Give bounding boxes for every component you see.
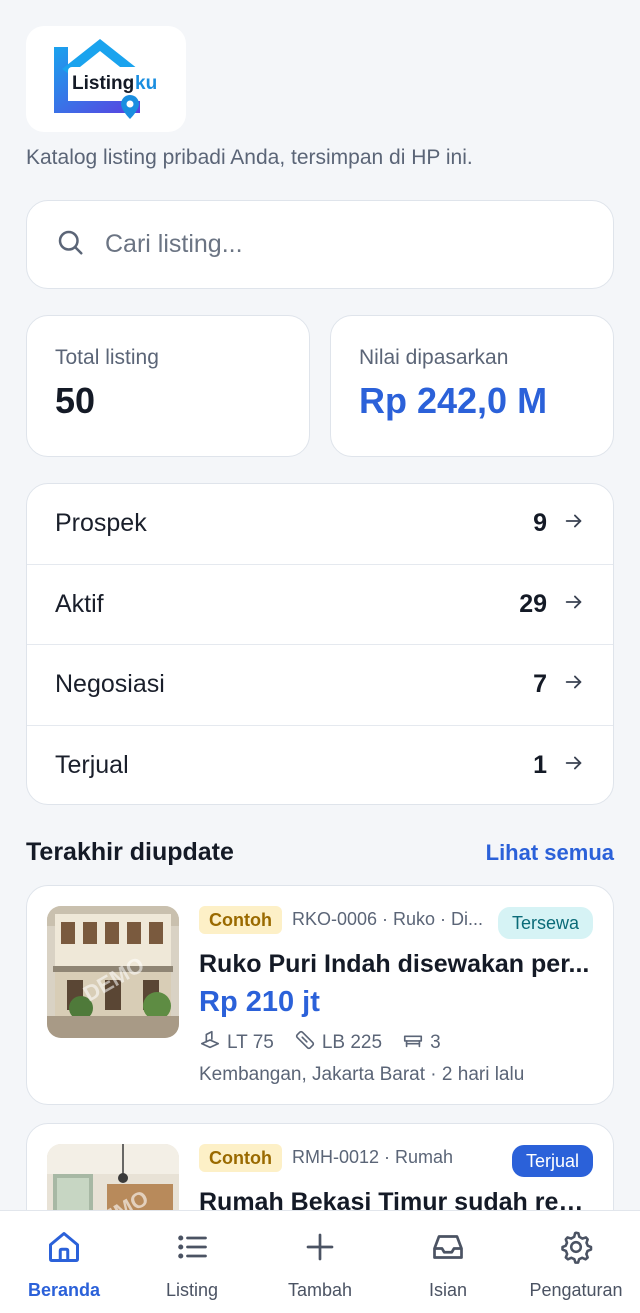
nav-pengaturan[interactable]: Pengaturan bbox=[512, 1211, 640, 1301]
listing-location: Kembangan, Jakarta Barat · 2 hari lalu bbox=[199, 1064, 525, 1085]
stairs-icon bbox=[402, 1029, 424, 1057]
listing-card[interactable]: DEMO Contoh RKO-0006 · Ruko · Di... Ters… bbox=[26, 885, 614, 1105]
recent-section-title: Terakhir diupdate bbox=[26, 838, 234, 866]
plus-icon bbox=[302, 1229, 338, 1270]
listing-meta: RKO-0006 · Ruko · Di... bbox=[292, 909, 484, 929]
demo-badge: Contoh bbox=[199, 906, 282, 934]
arrow-right-icon bbox=[563, 591, 585, 618]
land-area-text: LT 75 bbox=[227, 1032, 274, 1053]
pipeline-count: 1 bbox=[533, 751, 547, 780]
app-tagline: Katalog listing pribadi Anda, tersimpan … bbox=[26, 146, 473, 169]
pipeline-row-terjual[interactable]: Terjual 1 bbox=[27, 726, 613, 805]
bottom-nav: Beranda Listing Tambah Isian Pengaturan bbox=[0, 1210, 640, 1313]
home-icon bbox=[46, 1229, 82, 1270]
search-icon bbox=[55, 227, 85, 262]
pipeline-label: Terjual bbox=[55, 751, 129, 780]
arrow-right-icon bbox=[563, 671, 585, 698]
stat-market-amount: Rp 242,0 M bbox=[359, 380, 548, 421]
stat-total-listing: Total listing 50 bbox=[26, 315, 310, 457]
nav-label: Pengaturan bbox=[529, 1280, 623, 1300]
pipeline-count: 9 bbox=[533, 509, 547, 538]
search-input[interactable] bbox=[105, 230, 585, 259]
stat-total-value: 50 bbox=[55, 380, 96, 421]
floors-text: 3 bbox=[430, 1032, 441, 1053]
svg-text:ku: ku bbox=[135, 73, 157, 94]
svg-text:Listing: Listing bbox=[72, 73, 134, 94]
pipeline-row-prospek[interactable]: Prospek 9 bbox=[27, 484, 613, 565]
nav-label: Isian bbox=[428, 1280, 468, 1300]
listing-meta: RMH-0012 · Rumah bbox=[292, 1147, 454, 1167]
search-bar[interactable] bbox=[26, 200, 614, 289]
stat-total-label: Total listing bbox=[55, 346, 159, 369]
home-screen: Listing ku Katalog listing pribadi Anda,… bbox=[0, 0, 640, 1313]
nav-isian[interactable]: Isian bbox=[384, 1211, 512, 1301]
list-icon bbox=[174, 1229, 210, 1270]
nav-beranda[interactable]: Beranda bbox=[0, 1211, 128, 1301]
status-badge: Terjual bbox=[511, 1145, 593, 1177]
nav-label: Listing bbox=[165, 1280, 219, 1300]
listing-price: Rp 210 jt bbox=[199, 986, 320, 1018]
nav-tambah[interactable]: Tambah bbox=[256, 1211, 384, 1301]
nav-label: Tambah bbox=[287, 1280, 353, 1300]
pipeline-label: Negosiasi bbox=[55, 670, 165, 699]
gear-icon bbox=[558, 1229, 594, 1270]
see-all-link[interactable]: Lihat semua bbox=[486, 840, 614, 866]
listing-photo: DEMO bbox=[47, 906, 179, 1038]
nav-label: Beranda bbox=[27, 1280, 101, 1300]
pipeline-row-negosiasi[interactable]: Negosiasi 7 bbox=[27, 645, 613, 726]
building-area-text: LB 225 bbox=[321, 1032, 383, 1053]
pipeline-list: Prospek 9 Aktif 29 Negosiasi 7 Terjual 1 bbox=[26, 483, 614, 805]
arrow-right-icon bbox=[563, 752, 585, 779]
ruler-icon bbox=[294, 1029, 316, 1057]
demo-badge: Contoh bbox=[199, 1144, 282, 1172]
nav-listing[interactable]: Listing bbox=[128, 1211, 256, 1301]
inbox-icon bbox=[430, 1229, 466, 1270]
pipeline-label: Prospek bbox=[55, 509, 147, 538]
status-badge: Tersewa bbox=[497, 907, 593, 939]
stat-market-value: Nilai dipasarkan Rp 242,0 M bbox=[330, 315, 614, 457]
pipeline-row-aktif[interactable]: Aktif 29 bbox=[27, 565, 613, 645]
app-logo: Listing ku bbox=[26, 26, 186, 132]
listing-title: Ruko Puri Indah disewakan per... bbox=[199, 950, 590, 978]
listing-specs: LT 75 LB 225 3 bbox=[199, 1029, 441, 1057]
pipeline-label: Aktif bbox=[55, 589, 104, 618]
pipeline-count: 7 bbox=[533, 670, 547, 699]
arrow-right-icon bbox=[563, 510, 585, 537]
land-area-icon bbox=[199, 1029, 221, 1057]
stat-market-label: Nilai dipasarkan bbox=[359, 346, 509, 369]
pipeline-count: 29 bbox=[519, 589, 547, 618]
